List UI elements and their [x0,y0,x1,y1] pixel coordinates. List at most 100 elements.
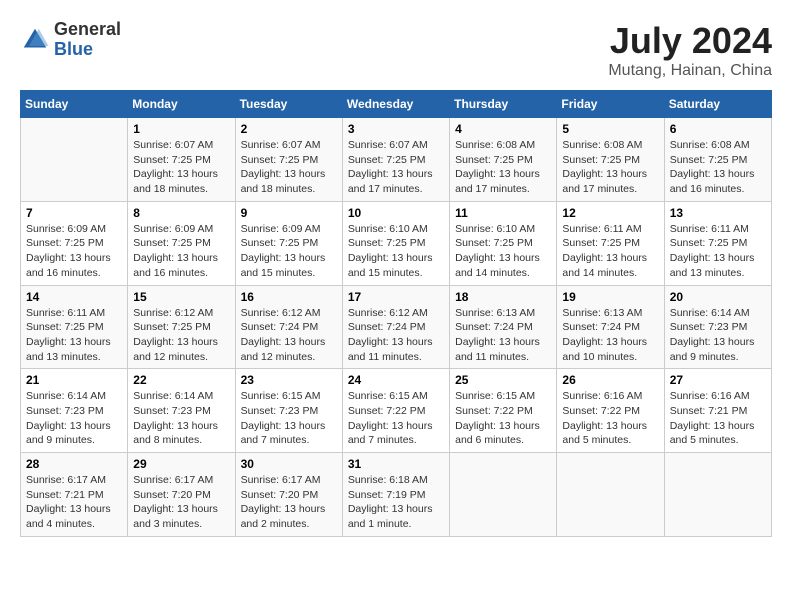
day-number: 2 [241,122,337,136]
day-info: Sunrise: 6:17 AMSunset: 7:20 PMDaylight:… [133,473,229,532]
logo-blue-text: Blue [54,40,121,60]
day-number: 17 [348,290,444,304]
day-cell: 10 Sunrise: 6:10 AMSunset: 7:25 PMDayligh… [342,201,449,285]
day-info: Sunrise: 6:13 AMSunset: 7:24 PMDaylight:… [562,306,658,365]
day-cell [664,453,771,537]
day-cell: 5Sunrise: 6:08 AMSunset: 7:25 PMDaylight… [557,118,664,202]
day-cell: 9 Sunrise: 6:09 AMSunset: 7:25 PMDaylight… [235,201,342,285]
header-tuesday: Tuesday [235,91,342,118]
day-info: Sunrise: 6:10 AMSunset: 7:25 PMDaylight:… [348,222,444,281]
day-cell: 16 Sunrise: 6:12 AMSunset: 7:24 PMDayligh… [235,285,342,369]
week-row-0: 1Sunrise: 6:07 AMSunset: 7:25 PMDaylight… [21,118,772,202]
header-sunday: Sunday [21,91,128,118]
day-info: Sunrise: 6:09 AMSunset: 7:25 PMDaylight:… [26,222,122,281]
day-number: 27 [670,373,766,387]
day-number: 16 [241,290,337,304]
day-info: Sunrise: 6:07 AMSunset: 7:25 PMDaylight:… [241,138,337,197]
day-cell: 14 Sunrise: 6:11 AMSunset: 7:25 PMDayligh… [21,285,128,369]
day-cell: 22 Sunrise: 6:14 AMSunset: 7:23 PMDayligh… [128,369,235,453]
day-info: Sunrise: 6:12 AMSunset: 7:24 PMDaylight:… [241,306,337,365]
day-cell: 3 Sunrise: 6:07 AMSunset: 7:25 PMDaylight… [342,118,449,202]
week-row-1: 7 Sunrise: 6:09 AMSunset: 7:25 PMDaylight… [21,201,772,285]
week-row-3: 21 Sunrise: 6:14 AMSunset: 7:23 PMDayligh… [21,369,772,453]
day-cell: 2 Sunrise: 6:07 AMSunset: 7:25 PMDaylight… [235,118,342,202]
week-row-4: 28 Sunrise: 6:17 AMSunset: 7:21 PMDayligh… [21,453,772,537]
day-cell: 21 Sunrise: 6:14 AMSunset: 7:23 PMDayligh… [21,369,128,453]
day-info: Sunrise: 6:16 AMSunset: 7:21 PMDaylight:… [670,389,766,448]
day-cell: 12Sunrise: 6:11 AMSunset: 7:25 PMDayligh… [557,201,664,285]
calendar-body: 1Sunrise: 6:07 AMSunset: 7:25 PMDaylight… [21,118,772,537]
day-cell: 26Sunrise: 6:16 AMSunset: 7:22 PMDayligh… [557,369,664,453]
day-number: 7 [26,206,122,220]
day-cell: 30Sunrise: 6:17 AMSunset: 7:20 PMDayligh… [235,453,342,537]
header-thursday: Thursday [450,91,557,118]
day-number: 18 [455,290,551,304]
header-friday: Friday [557,91,664,118]
day-cell: 27 Sunrise: 6:16 AMSunset: 7:21 PMDayligh… [664,369,771,453]
month-title: July 2024 [608,20,772,62]
day-cell [21,118,128,202]
day-number: 10 [348,206,444,220]
day-number: 6 [670,122,766,136]
header-monday: Monday [128,91,235,118]
day-cell: 28 Sunrise: 6:17 AMSunset: 7:21 PMDayligh… [21,453,128,537]
day-cell: 29 Sunrise: 6:17 AMSunset: 7:20 PMDayligh… [128,453,235,537]
day-number: 11 [455,206,551,220]
day-cell: 25Sunrise: 6:15 AMSunset: 7:22 PMDayligh… [450,369,557,453]
day-number: 29 [133,457,229,471]
day-number: 30 [241,457,337,471]
day-info: Sunrise: 6:12 AMSunset: 7:24 PMDaylight:… [348,306,444,365]
day-cell: 6 Sunrise: 6:08 AMSunset: 7:25 PMDaylight… [664,118,771,202]
day-number: 19 [562,290,658,304]
day-info: Sunrise: 6:09 AMSunset: 7:25 PMDaylight:… [241,222,337,281]
day-number: 4 [455,122,551,136]
day-info: Sunrise: 6:07 AMSunset: 7:25 PMDaylight:… [133,138,229,197]
day-number: 26 [562,373,658,387]
day-number: 5 [562,122,658,136]
day-cell: 1Sunrise: 6:07 AMSunset: 7:25 PMDaylight… [128,118,235,202]
day-info: Sunrise: 6:17 AMSunset: 7:21 PMDaylight:… [26,473,122,532]
day-info: Sunrise: 6:11 AMSunset: 7:25 PMDaylight:… [26,306,122,365]
day-cell: 18 Sunrise: 6:13 AMSunset: 7:24 PMDayligh… [450,285,557,369]
day-number: 14 [26,290,122,304]
day-info: Sunrise: 6:08 AMSunset: 7:25 PMDaylight:… [670,138,766,197]
page-header: General Blue July 2024 Mutang, Hainan, C… [20,20,772,80]
day-cell: 19 Sunrise: 6:13 AMSunset: 7:24 PMDayligh… [557,285,664,369]
day-info: Sunrise: 6:12 AMSunset: 7:25 PMDaylight:… [133,306,229,365]
day-number: 15 [133,290,229,304]
day-number: 13 [670,206,766,220]
day-info: Sunrise: 6:11 AMSunset: 7:25 PMDaylight:… [562,222,658,281]
day-info: Sunrise: 6:13 AMSunset: 7:24 PMDaylight:… [455,306,551,365]
day-number: 22 [133,373,229,387]
day-cell: 15 Sunrise: 6:12 AMSunset: 7:25 PMDayligh… [128,285,235,369]
day-number: 28 [26,457,122,471]
day-info: Sunrise: 6:15 AMSunset: 7:22 PMDaylight:… [455,389,551,448]
day-number: 9 [241,206,337,220]
day-info: Sunrise: 6:14 AMSunset: 7:23 PMDaylight:… [26,389,122,448]
day-number: 31 [348,457,444,471]
day-info: Sunrise: 6:14 AMSunset: 7:23 PMDaylight:… [133,389,229,448]
day-cell: 23Sunrise: 6:15 AMSunset: 7:23 PMDayligh… [235,369,342,453]
day-number: 8 [133,206,229,220]
calendar-header: SundayMondayTuesdayWednesdayThursdayFrid… [21,91,772,118]
header-row: SundayMondayTuesdayWednesdayThursdayFrid… [21,91,772,118]
day-info: Sunrise: 6:18 AMSunset: 7:19 PMDaylight:… [348,473,444,532]
logo: General Blue [20,20,121,60]
week-row-2: 14 Sunrise: 6:11 AMSunset: 7:25 PMDayligh… [21,285,772,369]
title-block: July 2024 Mutang, Hainan, China [608,20,772,80]
day-info: Sunrise: 6:11 AMSunset: 7:25 PMDaylight:… [670,222,766,281]
location: Mutang, Hainan, China [608,62,772,80]
day-info: Sunrise: 6:09 AMSunset: 7:25 PMDaylight:… [133,222,229,281]
day-cell: 4Sunrise: 6:08 AMSunset: 7:25 PMDaylight… [450,118,557,202]
day-info: Sunrise: 6:10 AMSunset: 7:25 PMDaylight:… [455,222,551,281]
day-number: 3 [348,122,444,136]
day-number: 21 [26,373,122,387]
day-info: Sunrise: 6:07 AMSunset: 7:25 PMDaylight:… [348,138,444,197]
logo-text: General Blue [54,20,121,60]
header-saturday: Saturday [664,91,771,118]
logo-icon [20,25,50,55]
day-cell: 8 Sunrise: 6:09 AMSunset: 7:25 PMDaylight… [128,201,235,285]
day-cell: 13 Sunrise: 6:11 AMSunset: 7:25 PMDayligh… [664,201,771,285]
day-cell: 7 Sunrise: 6:09 AMSunset: 7:25 PMDaylight… [21,201,128,285]
logo-general-text: General [54,20,121,40]
